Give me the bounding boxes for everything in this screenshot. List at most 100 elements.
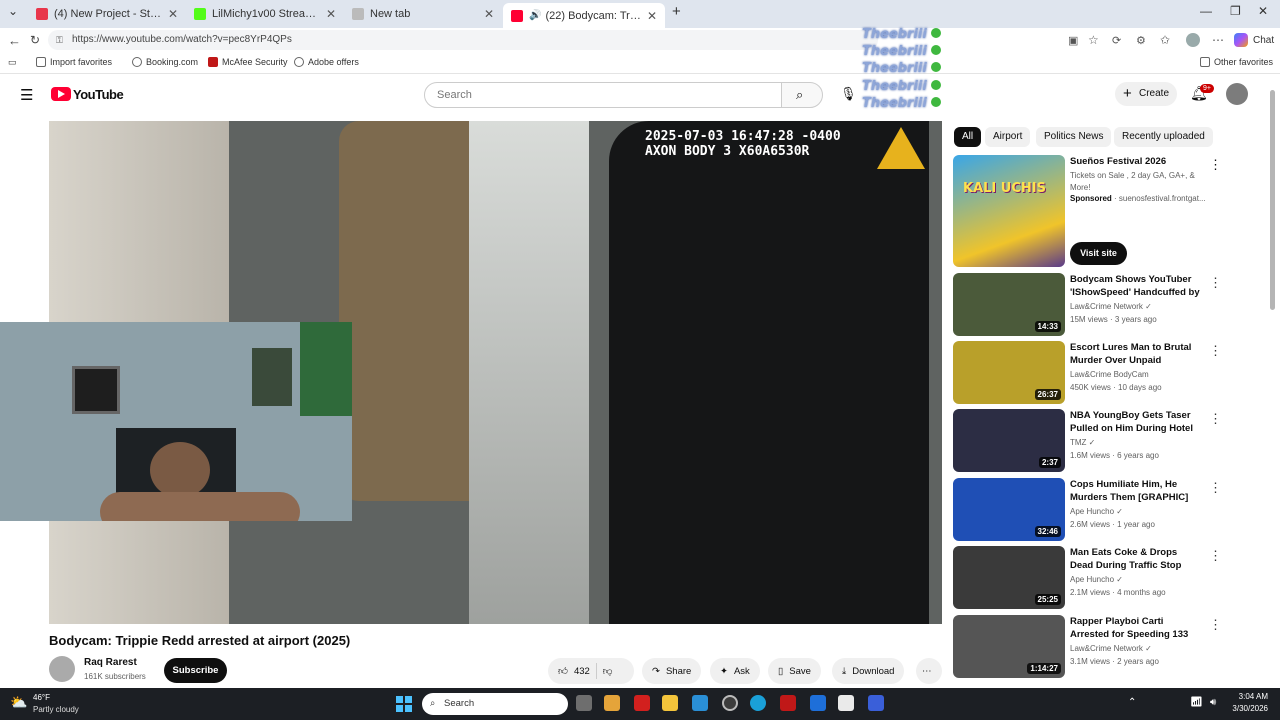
- chip-recently-uploaded[interactable]: Recently uploaded: [1114, 127, 1213, 147]
- rec-title[interactable]: Cops Humiliate Him, He Murders Them [GRA…: [1070, 478, 1202, 504]
- url-field[interactable]: ⚿ https://www.youtube.com/watch?v=pec8Yr…: [48, 30, 878, 50]
- rec-channel[interactable]: Law&Crime Network ✓: [1070, 302, 1152, 311]
- create-button[interactable]: + Create: [1115, 82, 1177, 106]
- rec-thumbnail[interactable]: 25:25: [953, 546, 1065, 609]
- window-close-icon[interactable]: ✕: [1258, 4, 1268, 18]
- ad-title[interactable]: Sueños Festival 2026: [1070, 156, 1166, 167]
- rec-thumbnail[interactable]: 1:14:27: [953, 615, 1065, 678]
- download-button[interactable]: ⤓ Download: [832, 658, 905, 684]
- site-info-icon[interactable]: ⚿: [56, 30, 63, 50]
- back-icon[interactable]: ←: [8, 33, 21, 48]
- rec-video[interactable]: 1:14:27 Rapper Playboi Carti Arrested fo…: [953, 615, 1222, 679]
- chip-politics-news[interactable]: Politics News: [1036, 127, 1112, 147]
- file-explorer-icon[interactable]: [662, 695, 678, 711]
- refresh-icon[interactable]: ↻: [30, 33, 40, 47]
- hamburger-menu-icon[interactable]: ☰: [20, 86, 33, 104]
- store-icon[interactable]: [838, 695, 854, 711]
- page-scrollbar[interactable]: [1270, 90, 1275, 310]
- share-button[interactable]: ↷ Share: [642, 658, 702, 684]
- ad-thumbnail[interactable]: KALI UCHIS: [953, 155, 1065, 267]
- channel-name[interactable]: Raq Rarest: [84, 657, 137, 668]
- app-taskbar-icon[interactable]: [634, 695, 650, 711]
- dislike-icon[interactable]: 👎︎: [603, 665, 613, 677]
- favorite-star-icon[interactable]: ☆: [1088, 33, 1099, 47]
- app-taskbar-icon[interactable]: [722, 695, 738, 711]
- weather-temp[interactable]: 46°F: [33, 693, 50, 702]
- rec-channel[interactable]: Law&Crime BodyCam: [1070, 370, 1149, 379]
- rec-more-icon[interactable]: ⋮: [1209, 411, 1222, 427]
- subscribe-button[interactable]: Subscribe: [164, 658, 227, 683]
- close-icon[interactable]: ✕: [647, 9, 657, 23]
- rec-video[interactable]: 2:37 NBA YoungBoy Gets Taser Pulled on H…: [953, 409, 1222, 473]
- rec-more-icon[interactable]: ⋮: [1209, 548, 1222, 564]
- search-input[interactable]: Search: [424, 82, 782, 108]
- rec-video[interactable]: 25:25 Man Eats Coke & Drops Dead During …: [953, 546, 1222, 610]
- rec-title[interactable]: Bodycam Shows YouTuber 'IShowSpeed' Hand…: [1070, 273, 1202, 299]
- rec-channel[interactable]: Ape Huncho ✓: [1070, 575, 1123, 584]
- chat-label[interactable]: Chat: [1253, 35, 1274, 46]
- weather-icon[interactable]: ⛅: [10, 694, 27, 711]
- rec-more-icon[interactable]: ⋮: [1209, 480, 1222, 496]
- new-tab-button[interactable]: +: [672, 3, 681, 20]
- copilot-taskbar-icon[interactable]: [604, 695, 620, 711]
- other-favorites[interactable]: Other favorites: [1200, 57, 1273, 67]
- browser-essentials-icon[interactable]: ⚙: [1136, 34, 1146, 47]
- like-count[interactable]: 432: [574, 666, 590, 677]
- rec-thumbnail[interactable]: 14:33: [953, 273, 1065, 336]
- rec-video[interactable]: 26:37 Escort Lures Man to Brutal Murder …: [953, 341, 1222, 405]
- reading-list-icon[interactable]: ▭: [8, 57, 17, 68]
- bookmark-mcafee[interactable]: McAfee Security: [208, 57, 288, 67]
- minimize-icon[interactable]: —: [1200, 4, 1212, 18]
- more-menu-icon[interactable]: ⋯: [1212, 33, 1224, 47]
- tab-list-icon[interactable]: ⌄: [8, 4, 18, 18]
- like-icon[interactable]: 👍︎: [558, 665, 568, 677]
- speaker-icon[interactable]: 🔊: [529, 10, 541, 21]
- volume-icon[interactable]: 🔊︎: [1210, 697, 1216, 708]
- rec-thumbnail[interactable]: 26:37: [953, 341, 1065, 404]
- account-avatar[interactable]: [1226, 83, 1248, 105]
- tab-kick-stream[interactable]: LilMichy1v00 Stream - Watch Live ✕: [186, 3, 344, 25]
- clock-time[interactable]: 3:04 AM: [1230, 692, 1268, 701]
- visit-site-button[interactable]: Visit site: [1070, 242, 1127, 265]
- bookmark-import[interactable]: Import favorites: [36, 57, 112, 67]
- tab-studio[interactable]: (4) New Project - Studio ✕: [28, 3, 186, 25]
- rec-video[interactable]: 32:46 Cops Humiliate Him, He Murders The…: [953, 478, 1222, 542]
- close-icon[interactable]: ✕: [484, 7, 494, 21]
- bookmark-adobe[interactable]: Adobe offers: [294, 57, 359, 67]
- rec-more-icon[interactable]: ⋮: [1209, 343, 1222, 359]
- search-button[interactable]: ⌕: [781, 82, 823, 108]
- rec-more-icon[interactable]: ⋮: [1209, 617, 1222, 633]
- rec-channel[interactable]: TMZ ✓: [1070, 438, 1095, 447]
- save-button[interactable]: ▯ Save: [768, 658, 821, 684]
- voice-search-icon[interactable]: 🎙︎: [840, 86, 857, 102]
- copilot-icon[interactable]: [1234, 33, 1248, 47]
- rec-video[interactable]: 14:33 Bodycam Shows YouTuber 'IShowSpeed…: [953, 273, 1222, 337]
- task-view-icon[interactable]: [576, 695, 592, 711]
- youtube-logo-icon[interactable]: [51, 87, 71, 101]
- ask-button[interactable]: ✦ Ask: [710, 658, 760, 684]
- extensions-icon[interactable]: ⟳: [1112, 34, 1121, 47]
- rec-channel[interactable]: Ape Huncho ✓: [1070, 507, 1123, 516]
- taskbar-search[interactable]: ⌕ Search: [422, 693, 568, 715]
- edge-icon[interactable]: [750, 695, 766, 711]
- rec-thumbnail[interactable]: 2:37: [953, 409, 1065, 472]
- close-icon[interactable]: ✕: [326, 7, 336, 21]
- tab-new-tab[interactable]: New tab ✕: [344, 3, 502, 25]
- chip-all[interactable]: All: [954, 127, 982, 147]
- rec-title[interactable]: Escort Lures Man to Brutal Murder Over U…: [1070, 341, 1202, 367]
- rec-title[interactable]: Rapper Playboi Carti Arrested for Speedi…: [1070, 615, 1202, 641]
- favorites-icon[interactable]: ✩: [1160, 33, 1170, 47]
- rec-title[interactable]: NBA YoungBoy Gets Taser Pulled on Him Du…: [1070, 409, 1202, 435]
- wifi-icon[interactable]: 📶︎: [1190, 697, 1203, 708]
- outlook-icon[interactable]: [810, 695, 826, 711]
- rec-channel[interactable]: Law&Crime Network ✓: [1070, 644, 1152, 653]
- close-icon[interactable]: ✕: [168, 7, 178, 21]
- youtube-logo-text[interactable]: YouTube: [73, 87, 124, 102]
- bookmark-booking[interactable]: Booking.com: [132, 57, 198, 67]
- tab-youtube-active[interactable]: 🔊 (22) Bodycam: Trippie Redd ar ✕: [503, 3, 665, 28]
- more-actions-button[interactable]: ⋯: [916, 658, 942, 684]
- rec-more-icon[interactable]: ⋮: [1209, 275, 1222, 291]
- windows-start-icon[interactable]: [396, 696, 412, 712]
- profile-avatar[interactable]: [1186, 33, 1200, 47]
- rec-title[interactable]: Man Eats Coke & Drops Dead During Traffi…: [1070, 546, 1202, 572]
